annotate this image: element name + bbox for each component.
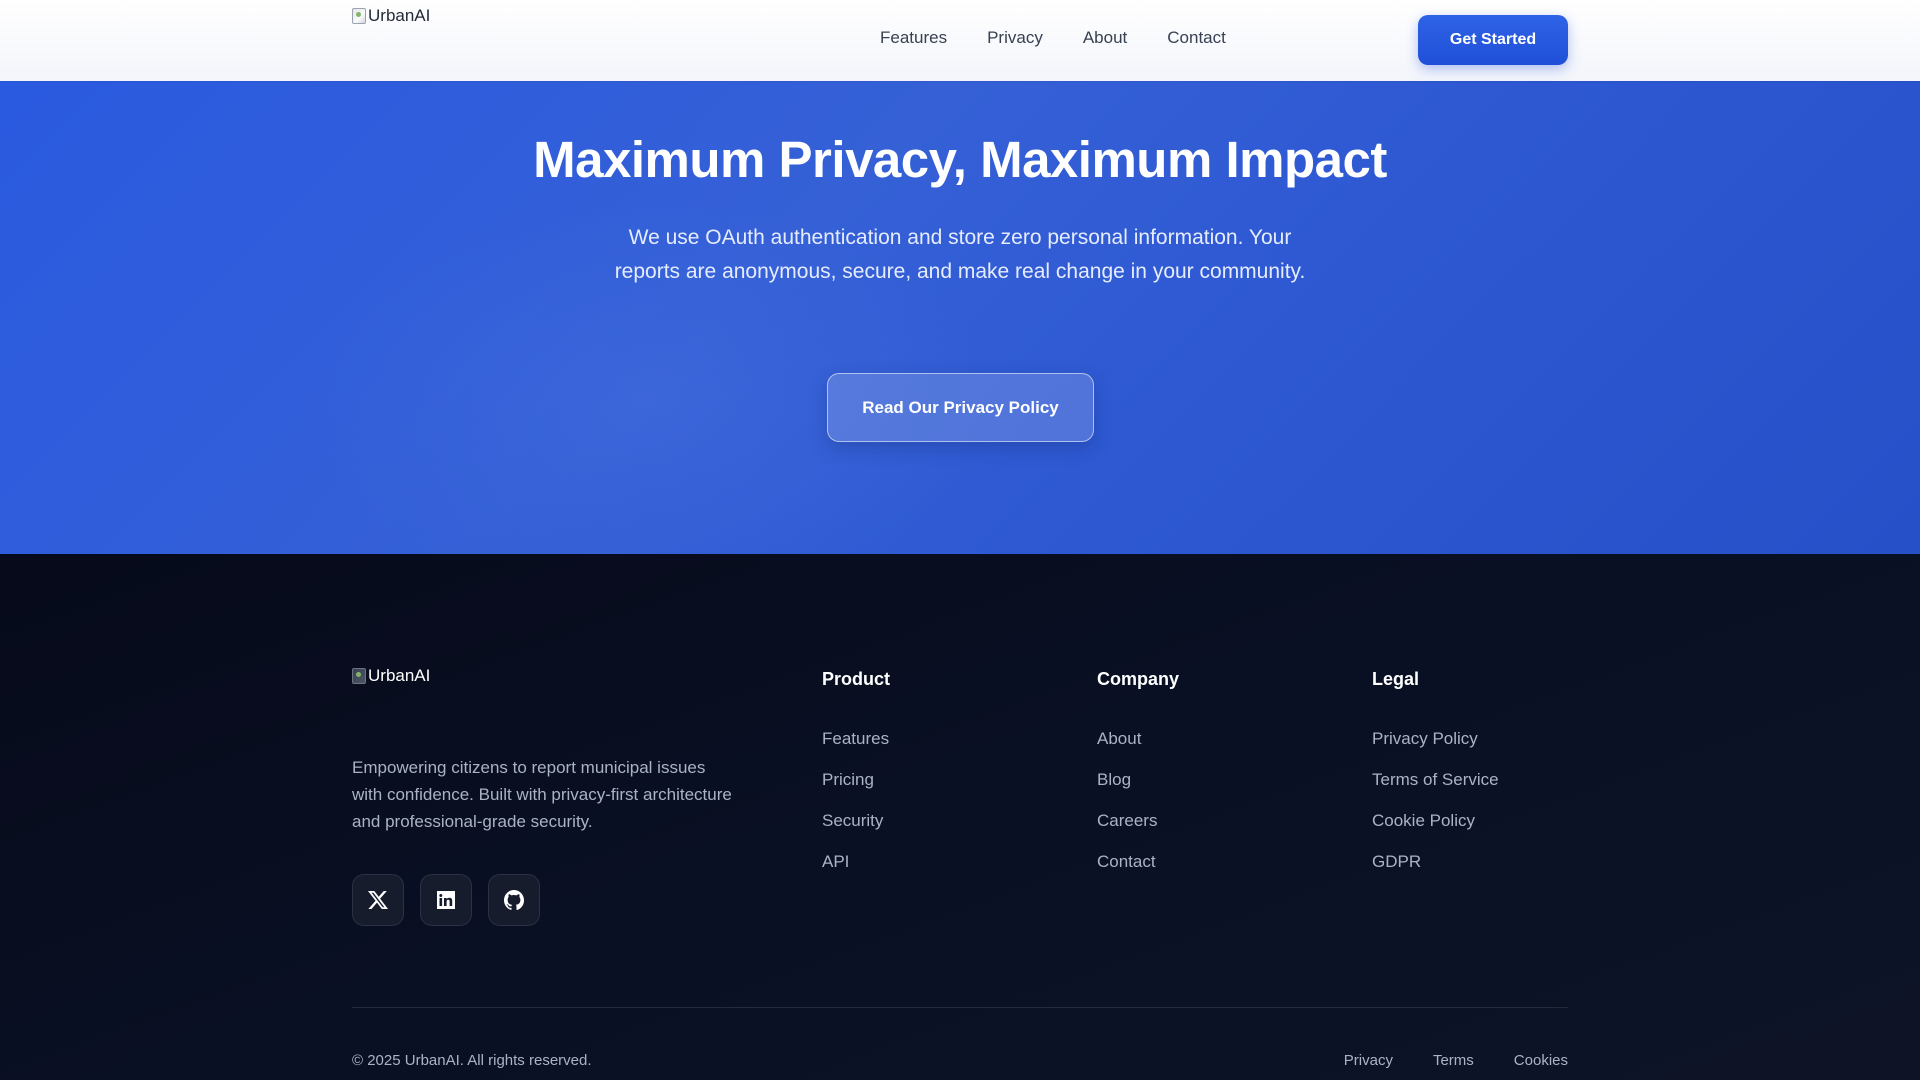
footer-link-careers[interactable]: Careers	[1097, 811, 1157, 830]
footer-column-legal: Legal Privacy Policy Terms of Service Co…	[1372, 669, 1499, 892]
nav-features-link[interactable]: Features	[880, 28, 947, 48]
footer-link-security[interactable]: Security	[822, 811, 883, 830]
broken-image-icon	[352, 8, 366, 24]
nav-privacy-link[interactable]: Privacy	[987, 28, 1043, 48]
footer-link-list: Privacy Policy Terms of Service Cookie P…	[1372, 728, 1499, 873]
x-social-button[interactable]	[352, 874, 404, 926]
x-icon	[368, 891, 388, 909]
footer-link-list: About Blog Careers Contact	[1097, 728, 1179, 873]
nav-about-link[interactable]: About	[1083, 28, 1127, 48]
footer-link-about[interactable]: About	[1097, 729, 1141, 748]
footer-column-title: Legal	[1372, 669, 1420, 689]
top-navigation: UrbanAI Features Privacy About Contact G…	[0, 0, 1920, 81]
footer-link-gdpr[interactable]: GDPR	[1372, 852, 1421, 871]
broken-image-icon	[352, 668, 366, 684]
copyright-text: © 2025 UrbanAI. All rights reserved.	[352, 1052, 592, 1069]
footer-divider	[352, 1007, 1568, 1008]
nav-contact-link[interactable]: Contact	[1167, 28, 1226, 48]
main-nav: Features Privacy About Contact	[880, 28, 1226, 48]
header-logo-alt: UrbanAI	[368, 6, 431, 25]
bottom-link-terms[interactable]: Terms	[1433, 1052, 1474, 1069]
footer-link-privacy-policy[interactable]: Privacy Policy	[1372, 729, 1478, 748]
footer-link-api[interactable]: API	[822, 852, 849, 871]
footer-logo-alt: UrbanAI	[368, 666, 431, 685]
bottom-link-privacy[interactable]: Privacy	[1344, 1052, 1393, 1069]
footer-bottom-links: Privacy Terms Cookies	[1344, 1052, 1568, 1069]
footer-link-contact[interactable]: Contact	[1097, 852, 1156, 871]
github-icon	[504, 890, 525, 910]
footer-link-terms-of-service[interactable]: Terms of Service	[1372, 770, 1499, 789]
hero-subtitle: We use OAuth authentication and store ze…	[614, 226, 1306, 283]
get-started-button[interactable]: Get Started	[1418, 15, 1568, 65]
footer-logo[interactable]: UrbanAI	[352, 666, 430, 686]
footer-column-title: Product	[822, 669, 891, 689]
linkedin-icon	[437, 891, 455, 909]
footer-link-blog[interactable]: Blog	[1097, 770, 1131, 789]
privacy-policy-button[interactable]: Read Our Privacy Policy	[827, 373, 1094, 442]
footer-link-list: Features Pricing Security API	[822, 728, 890, 873]
footer-description: Empowering citizens to report municipal …	[352, 758, 732, 831]
hero-section: Maximum Privacy, Maximum Impact We use O…	[0, 81, 1920, 554]
footer-column-product: Product Features Pricing Security API	[822, 669, 890, 892]
footer-link-features[interactable]: Features	[822, 729, 889, 748]
hero-title: Maximum Privacy, Maximum Impact	[533, 131, 1387, 188]
github-social-button[interactable]	[488, 874, 540, 926]
header-logo[interactable]: UrbanAI	[352, 6, 430, 26]
site-footer: UrbanAI Empowering citizens to report mu…	[0, 554, 1920, 1080]
footer-column-company: Company About Blog Careers Contact	[1097, 669, 1179, 892]
social-links	[352, 874, 540, 926]
footer-column-title: Company	[1097, 669, 1180, 689]
footer-link-pricing[interactable]: Pricing	[822, 770, 874, 789]
linkedin-social-button[interactable]	[420, 874, 472, 926]
footer-link-cookie-policy[interactable]: Cookie Policy	[1372, 811, 1475, 830]
bottom-link-cookies[interactable]: Cookies	[1514, 1052, 1568, 1069]
